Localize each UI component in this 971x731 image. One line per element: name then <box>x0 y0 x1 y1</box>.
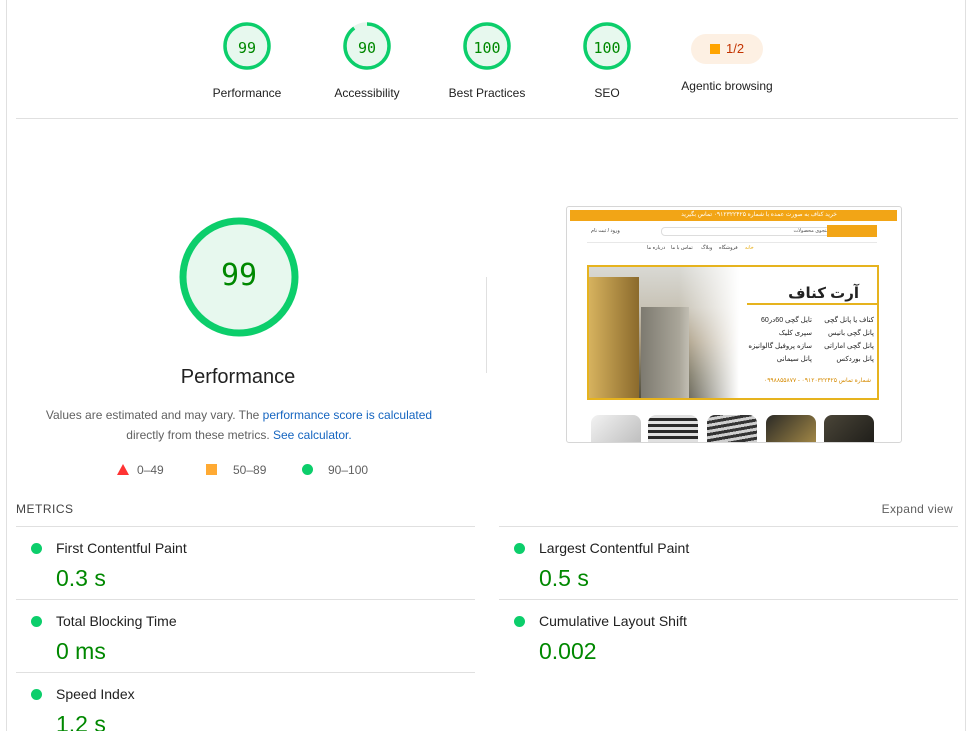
square-icon <box>206 464 217 475</box>
hero-brand: آرت کناف <box>788 285 859 302</box>
gauge-agentic-browsing[interactable]: 1/2 Agentic browsing <box>667 20 787 93</box>
category-tile <box>648 415 698 442</box>
see-calculator-link[interactable]: See calculator. <box>273 428 352 442</box>
vertical-divider <box>486 277 487 373</box>
metric-value: 0.3 s <box>56 565 106 591</box>
category-tile <box>824 415 874 442</box>
hero-line: کناف یا پانل گچی <box>824 317 874 324</box>
score-calculated-link[interactable]: performance score is calculated <box>263 408 432 422</box>
metric-speed-index: Speed Index 1.2 s <box>16 673 456 731</box>
metric-name: First Contentful Paint <box>56 540 187 556</box>
metric-value: 0 ms <box>56 638 106 664</box>
gauge-score: 90 <box>357 39 377 57</box>
pass-dot-icon <box>514 616 525 627</box>
hero-line: سپری کلیک <box>778 330 812 337</box>
site-search: جستجوی محصولات <box>661 227 841 236</box>
category-tiles <box>591 415 879 442</box>
pass-dot-icon <box>31 543 42 554</box>
hero-fade <box>679 267 739 398</box>
gauge-score: 99 <box>237 39 257 57</box>
site-menu: خانه فروشگاه وبلاگ تماس با ما درباره ما <box>587 245 877 253</box>
site-menu-item: خانه <box>745 245 754 251</box>
metric-name: Speed Index <box>56 686 135 702</box>
metric-name: Cumulative Layout Shift <box>539 613 687 629</box>
performance-score: 99 <box>220 258 258 293</box>
hero-line: تایل گچی 60در60 <box>761 317 812 324</box>
gauge-label: Accessibility <box>334 86 400 100</box>
metric-value: 0.5 s <box>539 565 589 591</box>
gauge-label: SEO <box>594 86 620 100</box>
metric-value: 0.002 <box>539 638 597 664</box>
average-square-icon <box>710 44 720 54</box>
gauge-score: 100 <box>473 39 501 57</box>
category-tile <box>591 415 641 442</box>
fraction-text: 1/2 <box>726 41 745 56</box>
performance-title: Performance <box>180 366 296 388</box>
metric-cls: Cumulative Layout Shift 0.002 <box>499 600 939 672</box>
site-nav-divider <box>587 242 877 243</box>
login-text: ورود / ثبت نام <box>591 228 620 234</box>
metric-name: Largest Contentful Paint <box>539 540 690 556</box>
pass-dot-icon <box>31 616 42 627</box>
site-menu-item: فروشگاه <box>719 245 738 251</box>
site-logo-badge <box>827 225 877 237</box>
gauge-score: 100 <box>593 39 621 57</box>
legend-range: 50–89 <box>233 463 267 477</box>
hero-line: پانل گچی اماراتی <box>824 343 874 350</box>
metrics-heading: METRICS <box>16 502 74 516</box>
hero-phone: شماره تماس ۰۹۱۲۰۳۲۲۴۲۵ - ۰۹۹۸۸۵۵۸۷۷ <box>763 378 871 384</box>
topbar-text: خرید کناف به صورت عمده با شماره ۰۹۱۲۳۲۲۴… <box>681 212 837 218</box>
header-divider <box>16 118 958 119</box>
score-note: Values are estimated and may vary. The p… <box>40 405 438 445</box>
metric-name: Total Blocking Time <box>56 613 177 629</box>
legend-range: 0–49 <box>137 463 164 477</box>
gauge-best-practices[interactable]: 100 Best Practices <box>427 20 547 100</box>
hero-line: پانل گچی بانیس <box>828 330 874 337</box>
site-menu-item: وبلاگ <box>701 245 713 251</box>
hero-line: سازه پروفیل گالوانیزه <box>748 343 812 350</box>
gauge-label: Best Practices <box>448 86 526 100</box>
fraction-pill: 1/2 <box>691 34 763 64</box>
pass-dot-icon <box>514 543 525 554</box>
site-menu-item: تماس با ما <box>671 245 693 251</box>
hero-line: پانل بوردکس <box>836 356 874 363</box>
metric-tbt: Total Blocking Time 0 ms <box>16 600 456 672</box>
gauge-accessibility[interactable]: 90 Accessibility <box>307 20 427 100</box>
metric-lcp: Largest Contentful Paint 0.5 s <box>499 527 939 599</box>
note-text: Values are estimated and may vary. The <box>45 408 263 422</box>
circle-icon <box>302 464 313 475</box>
metric-value: 1.2 s <box>56 711 106 731</box>
category-tile <box>707 415 757 442</box>
gauge-performance[interactable]: 99 Performance <box>187 20 307 100</box>
gauge-label: Performance <box>212 86 282 100</box>
legend-range: 90–100 <box>328 463 369 477</box>
site-menu-item: درباره ما <box>647 245 666 251</box>
gauge-label: Agentic browsing <box>681 79 773 93</box>
site-hero-banner: آرت کناف کناف یا پانل گچی پانل گچی بانیس… <box>587 265 879 400</box>
triangle-icon <box>117 464 129 475</box>
expand-view-toggle[interactable]: Expand view <box>882 502 953 516</box>
metric-fcp: First Contentful Paint 0.3 s <box>16 527 456 599</box>
category-gauges: 99 Performance 90 Accessibility 100 Best… <box>0 20 971 110</box>
site-topbar: خرید کناف به صورت عمده با شماره ۰۹۱۲۳۲۲۴… <box>570 210 897 221</box>
hero-building <box>589 277 639 398</box>
performance-gauge-large: 99 <box>178 216 300 338</box>
pass-dot-icon <box>31 689 42 700</box>
hero-photo <box>589 267 739 398</box>
final-screenshot[interactable]: خرید کناف به صورت عمده با شماره ۰۹۱۲۳۲۲۴… <box>566 206 902 443</box>
hero-brand-bar <box>747 303 877 305</box>
category-tile <box>766 415 816 442</box>
note-text-2: directly from these metrics. <box>126 428 273 442</box>
gauge-seo[interactable]: 100 SEO <box>547 20 667 100</box>
hero-line: پانل سیمانی <box>776 356 812 363</box>
